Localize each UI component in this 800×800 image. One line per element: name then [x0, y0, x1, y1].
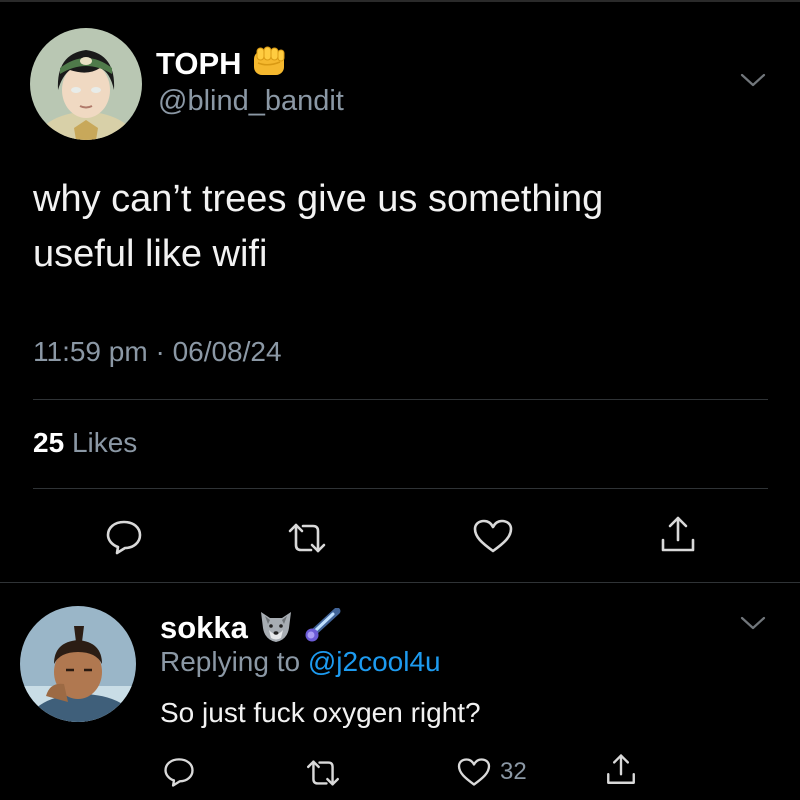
- tweet-text-line-2: useful like wifi: [33, 233, 268, 275]
- reply-icon: [106, 520, 142, 555]
- replying-to-line: Replying to @j2cool4u: [160, 646, 441, 678]
- likes-label: Likes: [71, 427, 138, 458]
- share-icon: [661, 516, 695, 552]
- tweet-text-line-1: why can’t trees give us something: [33, 178, 604, 220]
- reply-share-button[interactable]: [604, 752, 638, 788]
- reply-icon: [164, 758, 194, 787]
- likes-summary[interactable]: 25 Likes: [33, 427, 137, 459]
- like-icon: [457, 758, 491, 786]
- meta-separator: ·: [155, 336, 165, 367]
- reply-retweet-button[interactable]: [303, 758, 343, 788]
- reply-reply-button[interactable]: [162, 756, 196, 788]
- top-edge-line: [0, 0, 800, 2]
- retweet-icon: [288, 523, 326, 553]
- tweet-date: 06/08/24: [172, 336, 282, 367]
- likes-count: 25: [33, 427, 65, 458]
- divider: [33, 399, 768, 400]
- reply-text: So just fuck oxygen right?: [160, 697, 481, 728]
- share-button[interactable]: [658, 514, 698, 556]
- fist-emoji-icon: [250, 45, 288, 87]
- replying-prefix: Replying to: [160, 646, 301, 677]
- share-icon: [607, 754, 635, 784]
- divider: [0, 582, 800, 583]
- retweet-icon: [307, 760, 339, 786]
- tweet-text: why can’t trees give us something useful…: [33, 172, 753, 282]
- reply-author-name-text: sokka: [160, 610, 248, 646]
- tweet-time: 11:59 pm: [33, 336, 148, 367]
- toph-avatar[interactable]: [30, 28, 142, 140]
- reply-button[interactable]: [104, 518, 144, 556]
- sokka-avatar[interactable]: [20, 606, 136, 722]
- chevron-down-icon[interactable]: [739, 614, 767, 632]
- divider: [33, 488, 768, 489]
- like-icon: [473, 519, 513, 553]
- author-name[interactable]: TOPH: [156, 45, 288, 87]
- tweet-timestamp[interactable]: 11:59 pm · 06/08/24: [33, 336, 282, 368]
- author-name-text: TOPH: [156, 46, 242, 82]
- replying-mention-link[interactable]: @j2cool4u: [308, 646, 441, 677]
- chevron-down-icon[interactable]: [739, 71, 767, 89]
- retweet-button[interactable]: [284, 521, 330, 555]
- reply-like-button[interactable]: 32: [456, 757, 527, 787]
- author-handle[interactable]: @blind_bandit: [158, 85, 344, 118]
- reply-like-count: 32: [500, 758, 527, 785]
- like-button[interactable]: [472, 518, 514, 554]
